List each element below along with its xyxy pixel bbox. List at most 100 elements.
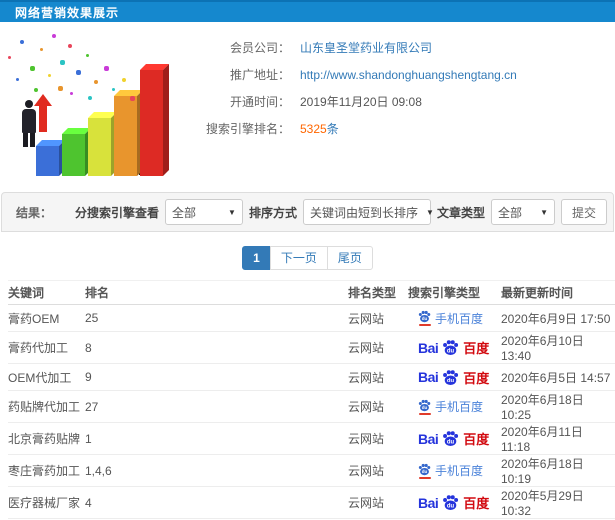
keyword-cell: 药贴牌代加工	[8, 390, 85, 423]
mobile-baidu-label: 手机百度	[435, 400, 484, 414]
chart-bar	[36, 140, 65, 176]
info-row-company: 会员公司： 山东皇圣堂药业有限公司	[185, 34, 607, 61]
rank-type-cell: 云网站	[348, 331, 408, 364]
keyword-ranking-table: 关键词 排名 排名类型 搜索引擎类型 最新更新时间 膏药OEM 25 云网站 du …	[8, 280, 615, 520]
baidu-paw-icon: du	[443, 431, 459, 446]
mobile-baidu-label: 手机百度	[435, 464, 484, 478]
baidu-cn-label: 百度	[463, 496, 490, 511]
svg-text:du: du	[447, 348, 455, 354]
confetti-dot	[34, 88, 38, 92]
baidu-paw-icon: du	[418, 399, 431, 411]
baidu-logo: Bai du 百度	[408, 368, 497, 387]
updated-time-cell: 2020年6月10日 13:40	[501, 331, 615, 364]
engine-type-cell: Bai du 百度	[408, 486, 501, 519]
engine-filter-label: 分搜索引擎查看	[74, 205, 159, 220]
mobile-baidu-badge: du 手机百度	[408, 310, 497, 327]
company-link[interactable]: 山东皇圣堂药业有限公司	[300, 39, 432, 56]
baidu-wordmark: Bai	[418, 430, 439, 447]
confetti-dot	[76, 70, 81, 75]
rank-link[interactable]: 27	[85, 390, 348, 423]
chart-bar	[140, 64, 169, 176]
table-row: 枣庄膏药加工 1,4,6 云网站 du 手机百度 2020年6月18日 10:19	[8, 454, 615, 487]
keyword-cell: 医疗器械厂家	[8, 486, 85, 519]
confetti-dot	[16, 78, 19, 81]
svg-text:du: du	[422, 405, 428, 410]
rank-type-cell: 云网站	[348, 390, 408, 423]
next-page-button[interactable]: 下一页	[269, 246, 328, 270]
chevron-down-icon: ▼	[540, 207, 548, 217]
rank-link[interactable]: 25	[85, 304, 348, 332]
account-info-list: 会员公司： 山东皇圣堂药业有限公司 推广地址： http://www.shand…	[185, 34, 607, 142]
confetti-dot	[20, 40, 24, 44]
rank-count-number: 5325	[300, 122, 327, 136]
chevron-down-icon: ▼	[426, 207, 434, 217]
header-updated: 最新更新时间	[501, 280, 615, 305]
baidu-wordmark: Bai	[418, 339, 439, 356]
info-row-rank-count: 搜索引擎排名： 5325条	[185, 115, 607, 142]
mobile-baidu-label: 手机百度	[435, 311, 484, 326]
growth-arrow-icon	[34, 94, 52, 132]
table-row: 医疗器械厂家 4 云网站 Bai du 百度 2020年5月29日 10:32	[8, 486, 615, 519]
baidu-logo: Bai du 百度	[408, 429, 497, 448]
rank-link[interactable]: 8	[85, 331, 348, 364]
svg-text:du: du	[447, 503, 455, 509]
baidu-wordmark: Bai	[418, 369, 439, 385]
promo-url-link[interactable]: http://www.shandonghuangshengtang.cn	[300, 68, 517, 82]
article-type-select[interactable]: 全部 ▼	[491, 199, 555, 225]
table-header-row: 关键词 排名 排名类型 搜索引擎类型 最新更新时间	[8, 280, 615, 305]
sort-filter-label: 排序方式	[248, 205, 297, 220]
confetti-dot	[40, 48, 43, 51]
confetti-dot	[122, 78, 126, 82]
mobile-baidu-badge: du 手机百度	[408, 462, 497, 479]
header-keyword: 关键词	[8, 280, 85, 305]
baidu-wordmark: Bai	[418, 494, 439, 511]
engine-filter-select[interactable]: 全部 ▼	[164, 199, 243, 225]
results-label: 结果：	[16, 205, 53, 220]
engine-type-cell: Bai du 百度	[408, 363, 501, 391]
promo-url-label: 推广地址：	[229, 68, 290, 82]
page-1-button[interactable]: 1	[242, 246, 271, 270]
svg-text:du: du	[422, 469, 428, 474]
rank-link[interactable]: 9	[85, 363, 348, 391]
page-title: 网络营销效果展示	[15, 5, 120, 20]
baidu-paw-icon: du	[443, 340, 459, 355]
rank-count-unit: 条	[326, 122, 339, 136]
submit-button[interactable]: 提交	[561, 199, 607, 225]
table-row: 药贴牌代加工 27 云网站 du 手机百度 2020年6月18日 10:25	[8, 390, 615, 423]
mobile-baidu-icon: du	[418, 399, 431, 415]
businessman-left-figure	[22, 100, 36, 147]
confetti-dot	[8, 56, 11, 59]
rank-link[interactable]: 4	[85, 486, 348, 519]
rank-link[interactable]: 1	[85, 422, 348, 455]
confetti-dot	[86, 54, 89, 57]
svg-text:du: du	[447, 378, 455, 384]
confetti-dot	[52, 34, 56, 38]
engine-type-cell: Bai du 百度	[408, 422, 501, 455]
last-page-button[interactable]: 尾页	[326, 246, 373, 270]
baidu-paw-icon: du	[443, 495, 459, 510]
table-row: OEM代加工 9 云网站 Bai du 百度 2020年6月5日 14:57	[8, 363, 615, 391]
chart-bar	[88, 112, 117, 176]
mobile-baidu-icon: du	[418, 463, 431, 479]
sort-filter-select[interactable]: 关键词由短到长排序 ▼	[302, 199, 434, 225]
updated-time-cell: 2020年6月5日 14:57	[501, 363, 615, 391]
baidu-paw-icon: du	[418, 310, 431, 323]
rank-type-cell: 云网站	[348, 486, 408, 519]
engine-type-cell: du 手机百度	[408, 304, 501, 332]
info-row-open-time: 开通时间： 2019年11月20日 09:08	[185, 88, 607, 115]
confetti-dot	[60, 60, 65, 65]
baidu-cn-label: 百度	[463, 432, 490, 447]
baidu-paw-icon: du	[418, 463, 431, 475]
rank-count-value: 5325条	[300, 120, 339, 137]
rank-link[interactable]: 1,4,6	[85, 454, 348, 487]
chevron-down-icon: ▼	[228, 207, 236, 217]
confetti-dot	[130, 96, 135, 101]
baidu-paw-icon: du	[443, 369, 459, 385]
updated-time-cell: 2020年6月18日 10:19	[501, 454, 615, 487]
chart-bar	[114, 90, 143, 176]
confetti-dot	[70, 92, 73, 95]
engine-type-cell: Bai du 百度	[408, 331, 501, 364]
keyword-cell: OEM代加工	[8, 363, 85, 391]
results-filter-bar: 结果： 分搜索引擎查看 全部 ▼ 排序方式 关键词由短到长排序 ▼ 文章类型 全…	[1, 192, 614, 232]
svg-text:du: du	[422, 316, 428, 321]
